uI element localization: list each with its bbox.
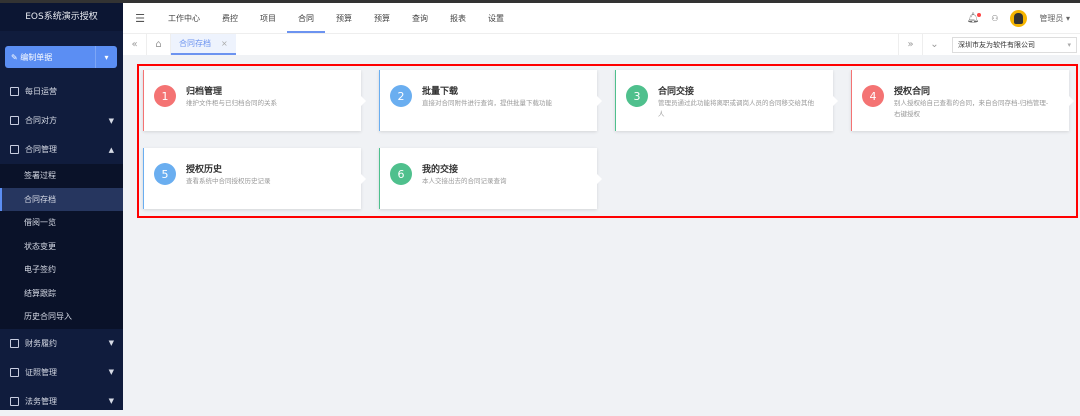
submenu: 签署过程 合同存档 借阅一览 状态变更 电子签约 结算跟踪 历史合同导入	[0, 164, 123, 329]
card-number-badge: 4	[862, 85, 884, 107]
module-icon	[10, 87, 19, 96]
card-description: 直接对合同附件进行查询，提供批量下载功能	[422, 99, 552, 107]
sidebar-item-2[interactable]: 合同管理 ▲	[0, 135, 123, 164]
sidebar-item-1[interactable]: 合同对方 ▼	[0, 106, 123, 135]
card-number-badge: 5	[154, 163, 176, 185]
card-description: 别人授权给自己查看的合同，来自合同存档-归档管理-右键授权	[894, 99, 1049, 118]
chevron-down-icon[interactable]: ⌄	[922, 34, 946, 55]
bell-icon[interactable]: 🔔︎	[967, 12, 982, 24]
chevron-down-icon[interactable]: ▾	[95, 46, 117, 68]
card-number-badge: 1	[154, 85, 176, 107]
module-icon	[10, 338, 19, 348]
submenu-item[interactable]: 状态变更	[0, 235, 123, 259]
close-icon[interactable]: ×	[221, 39, 228, 48]
avatar[interactable]	[1010, 9, 1028, 27]
home-icon[interactable]: ⌂	[147, 34, 171, 55]
user-icon[interactable]: ⚇	[991, 14, 998, 23]
function-card[interactable]: 1 归档管理维护文件柜与已归档合同的关系	[143, 70, 366, 131]
card-title: 授权历史	[186, 165, 223, 175]
scroll-left-icon[interactable]: «	[123, 34, 147, 55]
tab-contract-archive[interactable]: 合同存档 ×	[171, 34, 236, 55]
card-description: 查看系统中合同授权历史记录	[186, 177, 271, 185]
top-header: ☰ 工作中心 费控 项目 合同 预算 预算 查询 报表 设置 🔔︎ ⚇ 管理员 ▾	[123, 3, 1080, 33]
user-menu[interactable]: 管理员 ▾	[1039, 13, 1070, 24]
chevron-icon: ▲	[108, 145, 114, 154]
card-title: 我的交接	[422, 165, 459, 175]
function-card[interactable]: 5 授权历史查看系统中合同授权历史记录	[143, 148, 366, 209]
submenu-item[interactable]: 结算跟踪	[0, 282, 123, 306]
nav-item[interactable]: 项目	[249, 3, 287, 33]
chevron-icon: ▼	[108, 116, 114, 125]
card-number-badge: 6	[390, 163, 412, 185]
function-card[interactable]: 6 我的交接本人交接出去的合同记录查询	[379, 148, 602, 209]
pencil-icon: ✎	[11, 52, 18, 62]
card-description: 维护文件柜与已归档合同的关系	[186, 99, 277, 107]
nav-item[interactable]: 报表	[439, 3, 477, 33]
submenu-item[interactable]: 电子签约	[0, 258, 123, 282]
nav-item[interactable]: 预算	[363, 3, 401, 33]
submenu-item[interactable]: 合同存档	[0, 187, 123, 211]
scroll-right-icon[interactable]: »	[898, 34, 922, 55]
submenu-item[interactable]: 签署过程	[0, 164, 123, 188]
nav-item[interactable]: 查询	[401, 3, 439, 33]
nav-item[interactable]: 设置	[477, 3, 515, 33]
card-description: 管理员通过此功能将离职或调岗人员的合同移交给其他人	[658, 99, 814, 118]
sidebar-item-after-1[interactable]: 证照管理 ▼	[0, 358, 123, 387]
card-description: 本人交接出去的合同记录查询	[422, 177, 507, 185]
card-title: 归档管理	[186, 87, 223, 97]
submenu-item[interactable]: 历史合同导入	[0, 305, 123, 329]
nav-item[interactable]: 费控	[211, 3, 249, 33]
function-card[interactable]: 4 授权合同别人授权给自己查看的合同，来自合同存档-归档管理-右键授权	[851, 70, 1074, 131]
nav-item[interactable]: 预算	[325, 3, 363, 33]
module-icon	[10, 145, 19, 154]
module-icon	[10, 367, 19, 377]
chevron-icon: ▼	[108, 397, 114, 405]
card-title: 批量下载	[422, 87, 459, 97]
sidebar-item-after-0[interactable]: 财务履约 ▼	[0, 329, 123, 358]
organization-select[interactable]: 深圳市友为软件有限公司 ▾	[952, 36, 1077, 53]
function-card[interactable]: 3 合同交接管理员通过此功能将离职或调岗人员的合同移交给其他人	[615, 70, 838, 131]
card-number-badge: 2	[390, 85, 412, 107]
card-title: 合同交接	[658, 87, 695, 97]
card-title: 授权合同	[894, 87, 931, 97]
sidebar-menu: 每日运营 合同对方 ▼ 合同管理 ▲ 签署过程 合同存档 借阅一览 状态变更 电子签约 结算跟踪 历史…	[0, 77, 123, 416]
top-nav: 工作中心 费控 项目 合同 预算 预算 查询 报表 设置	[157, 3, 515, 33]
nav-item[interactable]: 合同	[287, 3, 325, 33]
app-title: EOS系统演示授权	[0, 3, 123, 31]
submenu-item[interactable]: 借阅一览	[0, 211, 123, 235]
nav-item[interactable]: 工作中心	[157, 3, 211, 33]
new-document-button[interactable]: ✎ 编制单据 ▾	[5, 46, 117, 68]
module-icon	[10, 116, 19, 125]
tab-bar: « ⌂ 合同存档 × » ⌄ 深圳市友为软件有限公司 ▾	[123, 33, 1080, 55]
module-icon	[10, 396, 19, 406]
function-card[interactable]: 2 批量下载直接对合同附件进行查询，提供批量下载功能	[379, 70, 602, 131]
sidebar-item-0[interactable]: 每日运营	[0, 77, 123, 106]
sidebar-item-after-2[interactable]: 法务管理 ▼	[0, 387, 123, 416]
chevron-icon: ▼	[108, 368, 114, 376]
card-number-badge: 3	[626, 85, 648, 107]
sidebar: EOS系统演示授权 ✎ 编制单据 ▾ 每日运营 合同对方 ▼ 合同管理 ▲ 签署过程 合同存…	[0, 3, 123, 410]
chevron-icon: ▼	[108, 339, 114, 347]
menu-toggle-icon[interactable]: ☰	[123, 12, 157, 25]
